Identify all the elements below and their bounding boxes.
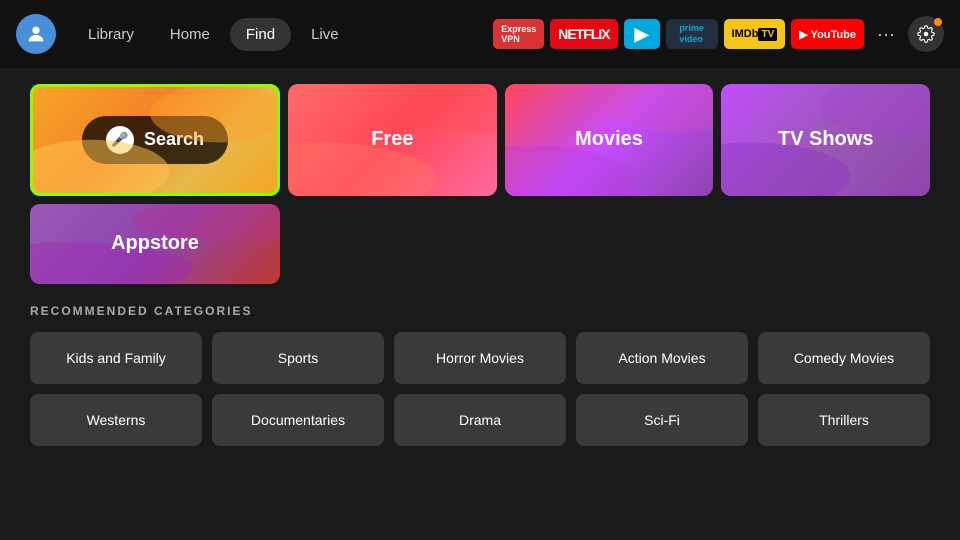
app-expressvpn[interactable]: ExpressVPN bbox=[493, 19, 544, 49]
app-prime[interactable]: primevideo bbox=[666, 19, 718, 49]
more-apps-button[interactable]: ··· bbox=[870, 18, 902, 50]
settings-button[interactable] bbox=[908, 16, 944, 52]
nav-library[interactable]: Library bbox=[72, 18, 150, 51]
nav-links: Library Home Find Live bbox=[72, 18, 355, 51]
search-label: Search bbox=[144, 129, 204, 150]
movies-tile-label: Movies bbox=[575, 128, 643, 151]
category-kids-family[interactable]: Kids and Family bbox=[30, 332, 202, 384]
section-title: RECOMMENDED CATEGORIES bbox=[30, 304, 930, 318]
avatar[interactable] bbox=[16, 14, 56, 54]
mic-icon: 🎤 bbox=[106, 126, 134, 154]
category-action-movies[interactable]: Action Movies bbox=[576, 332, 748, 384]
app-youtube[interactable]: ▶ YouTube bbox=[791, 19, 864, 49]
category-documentaries[interactable]: Documentaries bbox=[212, 394, 384, 446]
nav-find[interactable]: Find bbox=[230, 18, 291, 51]
nav-home[interactable]: Home bbox=[154, 18, 226, 51]
recommended-categories-section: RECOMMENDED CATEGORIES Kids and Family S… bbox=[30, 304, 930, 446]
appstore-tile[interactable]: Appstore bbox=[30, 204, 280, 285]
app-imdb[interactable]: IMDb TV bbox=[724, 19, 786, 49]
category-sports[interactable]: Sports bbox=[212, 332, 384, 384]
category-drama[interactable]: Drama bbox=[394, 394, 566, 446]
category-thrillers[interactable]: Thrillers bbox=[758, 394, 930, 446]
categories-grid: Kids and Family Sports Horror Movies Act… bbox=[30, 332, 930, 446]
app-freevee[interactable]: ▶ bbox=[624, 19, 660, 49]
category-horror-movies[interactable]: Horror Movies bbox=[394, 332, 566, 384]
top-navigation: Library Home Find Live ExpressVPN NETFLI… bbox=[0, 0, 960, 68]
search-button[interactable]: 🎤 Search bbox=[82, 116, 228, 164]
category-sci-fi[interactable]: Sci-Fi bbox=[576, 394, 748, 446]
free-tile[interactable]: Free bbox=[288, 84, 497, 196]
free-tile-label: Free bbox=[371, 128, 413, 151]
tvshows-tile[interactable]: TV Shows bbox=[721, 84, 930, 196]
category-westerns[interactable]: Westerns bbox=[30, 394, 202, 446]
tvshows-tile-label: TV Shows bbox=[778, 128, 874, 151]
category-comedy-movies[interactable]: Comedy Movies bbox=[758, 332, 930, 384]
appstore-tile-label: Appstore bbox=[111, 232, 199, 255]
nav-live[interactable]: Live bbox=[295, 18, 355, 51]
hero-tiles: 🎤 Search Free Movies T bbox=[30, 84, 930, 284]
app-netflix[interactable]: NETFLIX bbox=[550, 19, 617, 49]
search-tile[interactable]: 🎤 Search bbox=[30, 84, 280, 196]
settings-notification-dot bbox=[934, 18, 942, 26]
nav-apps: ExpressVPN NETFLIX ▶ primevideo IMDb TV … bbox=[493, 16, 944, 52]
main-content: 🎤 Search Free Movies T bbox=[0, 68, 960, 462]
movies-tile[interactable]: Movies bbox=[505, 84, 714, 196]
